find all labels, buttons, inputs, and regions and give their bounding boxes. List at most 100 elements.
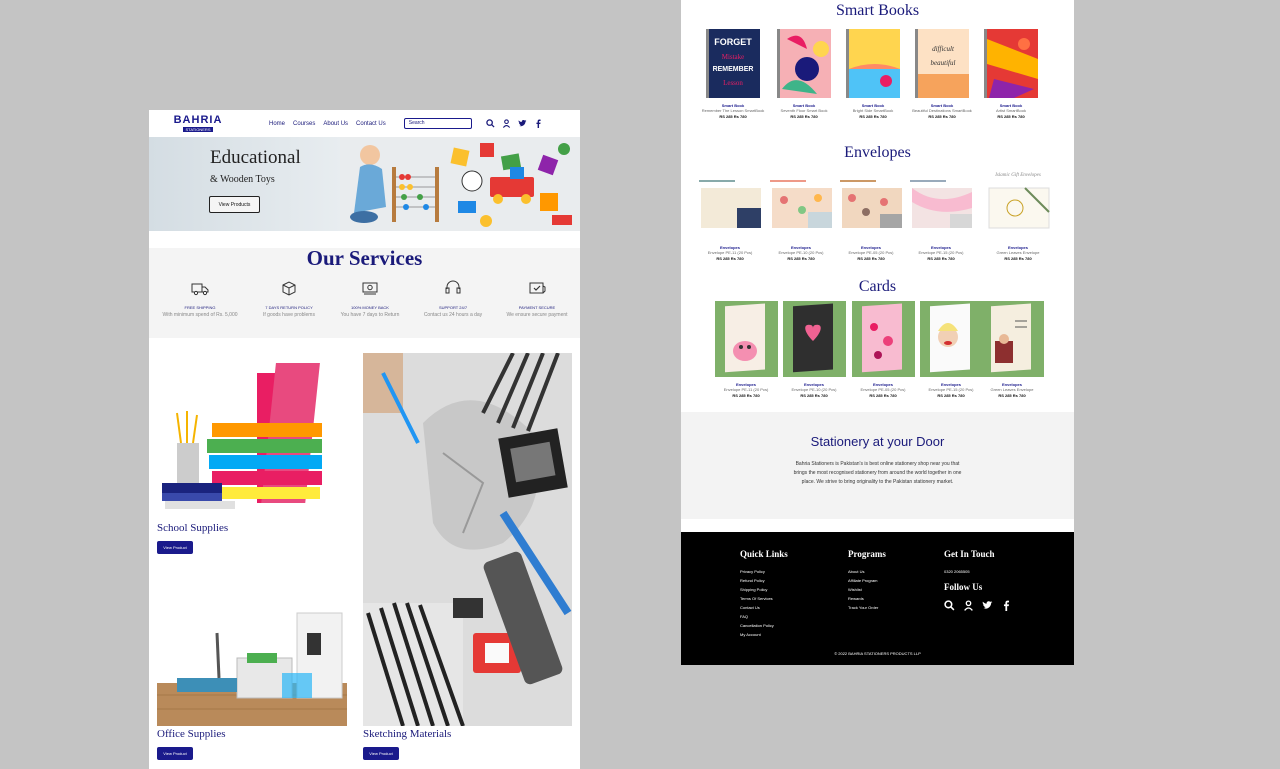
user-icon[interactable] (502, 119, 512, 129)
service-title: 7 DAYS RETURN POLICY (265, 305, 313, 310)
nav-link-home[interactable]: Home (269, 121, 285, 127)
product-price: RS 285 Rs 780 (928, 114, 956, 119)
office-supplies-image[interactable] (157, 603, 347, 726)
service-title: FREE SHIPPING (184, 305, 216, 310)
footer-link-track-order[interactable]: Track Your Order (848, 603, 886, 612)
headset-icon (445, 280, 461, 294)
search-input[interactable]: Search (403, 118, 472, 129)
product-card[interactable]: Envelopes Envelope PE-10 (20 Pcs) RS 285… (766, 168, 836, 261)
twitter-icon[interactable] (982, 600, 993, 611)
service-desc: If goods have problems (263, 312, 315, 318)
nav-link-contact[interactable]: Contact Us (356, 121, 386, 127)
product-card[interactable]: Envelopes Envelope PE-10 (20 Pcs) RS 285… (779, 301, 849, 398)
smart-book-cover (846, 29, 900, 98)
school-supplies-view-button[interactable]: View Product (157, 541, 193, 554)
product-price: RS 285 Rs 780 (732, 393, 760, 398)
footer-link-refund[interactable]: Refund Policy (740, 576, 788, 585)
sketching-materials-label: Sketching Materials (363, 728, 452, 740)
brand-logo[interactable]: BAHRIA STATIONERS (165, 115, 231, 133)
product-price: RS 285 Rs 780 (869, 393, 897, 398)
greeting-card-image (714, 301, 778, 377)
footer-link-about[interactable]: About Us (848, 567, 886, 576)
hero-subtitle: & Wooden Toys (210, 174, 275, 185)
product-card[interactable]: Smart Book Bright Side SmartBook RS 285 … (838, 29, 908, 119)
school-supplies-label: School Supplies (157, 522, 229, 534)
product-card[interactable]: Envelopes Envelope PE-05 (20 Pcs) RS 285… (836, 168, 906, 261)
copyright: © 2022 BAHRIA STATIONERS PRODUCTS LLP (834, 651, 921, 656)
footer-programs-title: Programs (848, 549, 886, 559)
product-price: RS 285 Rs 780 (997, 114, 1025, 119)
sketching-materials-photo (363, 353, 572, 726)
logo-text: BAHRIA (173, 114, 223, 126)
service-money-back: 100% MONEY BACK You have 7 days to Retur… (329, 278, 411, 319)
product-card[interactable]: Envelopes Envelope PE-11 (20 Pcs) RS 285… (695, 168, 765, 261)
product-card[interactable]: Smart Book Seventh Floor Smart Book RS 2… (769, 29, 839, 119)
smart-books-title: Smart Books (835, 2, 920, 19)
search-icon[interactable] (486, 119, 496, 129)
service-support: SUPPORT 24/7 Contact us 24 hours a day (412, 278, 494, 319)
nav-link-about[interactable]: About Us (323, 121, 348, 127)
service-desc: With minimum spend of Rs. 5,000 (162, 312, 238, 318)
envelope-image: Islamic Gift Envelopes (985, 168, 1051, 240)
office-supplies-label: Office Supplies (157, 728, 226, 740)
service-title: PAYMENT SECURE (518, 305, 556, 310)
footer-link-wishlist[interactable]: Wishlist (848, 585, 886, 594)
return-box-icon (282, 281, 296, 296)
footer-link-terms[interactable]: Terms Of Services (740, 594, 788, 603)
product-price: RS 285 Rs 780 (800, 393, 828, 398)
envelope-image (768, 168, 834, 240)
product-card[interactable]: Smart Book Artist SmartBook RS 285 Rs 78… (976, 29, 1046, 119)
service-desc: We ensure secure payment (506, 312, 568, 318)
user-icon[interactable] (963, 600, 974, 611)
service-free-shipping: FREE SHIPPING With minimum spend of Rs. … (159, 278, 241, 319)
service-title: 100% MONEY BACK (351, 305, 389, 310)
footer-link-affiliate[interactable]: Affiliate Program (848, 576, 886, 585)
footer-link-contact[interactable]: Contact Us (740, 603, 788, 612)
twitter-icon[interactable] (518, 119, 528, 129)
footer-link-cancellation[interactable]: Cancellation Policy (740, 621, 788, 630)
product-card[interactable]: Envelopes Envelope PE-11 (20 Pcs) RS 285… (711, 301, 781, 398)
svg-text:difficult: difficult (932, 45, 955, 53)
facebook-icon[interactable] (534, 119, 544, 129)
product-price: RS 285 Rs 780 (790, 114, 818, 119)
envelope-image (908, 168, 974, 240)
door-text: Bahria Stationers is Pakistan's is best … (793, 461, 962, 485)
product-price: RS 285 Rs 780 (937, 393, 965, 398)
footer-follow-title: Follow Us (944, 582, 983, 592)
footer-link-shipping[interactable]: Shipping Policy (740, 585, 788, 594)
office-supplies-photo (157, 603, 347, 726)
envelope-image (838, 168, 904, 240)
cards-title: Cards (858, 278, 897, 295)
facebook-icon[interactable] (1001, 600, 1012, 611)
footer-link-faq[interactable]: FAQ (740, 612, 788, 621)
product-card[interactable]: Envelopes Envelope PE-05 (20 Pcs) RS 285… (848, 301, 918, 398)
greeting-card-image (782, 301, 846, 377)
school-supplies-image[interactable] (157, 353, 347, 520)
smart-book-cover: FORGET Mistake REMEMBER Lesson (706, 29, 760, 98)
product-card[interactable]: Envelopes Green Leaves Envelope RS 285 R… (977, 301, 1047, 398)
product-card[interactable]: Envelopes Envelope PE-15 (20 Pcs) RS 285… (916, 301, 986, 398)
footer: Quick Links Privacy Policy Refund Policy… (681, 532, 1074, 665)
search-icon[interactable] (944, 600, 955, 611)
product-card[interactable]: Islamic Gift Envelopes Envelopes Green L… (983, 168, 1053, 261)
svg-text:Islamic Gift Envelopes: Islamic Gift Envelopes (994, 173, 1041, 178)
nav-icons (486, 119, 544, 129)
svg-text:FORGET: FORGET (714, 37, 752, 47)
svg-text:REMEMBER: REMEMBER (713, 66, 754, 73)
view-products-button[interactable]: View Products (209, 196, 260, 213)
footer-link-account[interactable]: My Account (740, 630, 788, 639)
sketching-materials-view-button[interactable]: View Product (363, 747, 399, 760)
product-price: RS 285 Rs 780 (787, 256, 815, 261)
footer-link-rewards[interactable]: Rewards (848, 594, 886, 603)
product-card[interactable]: FORGET Mistake REMEMBER Lesson Smart Book R… (698, 29, 768, 119)
product-card[interactable]: Envelopes Envelope PE-15 (20 Pcs) RS 285… (906, 168, 976, 261)
product-card[interactable]: difficult beautiful Smart Book Beautiful … (907, 29, 977, 119)
office-supplies-view-button[interactable]: View Product (157, 747, 193, 760)
product-page-mockup: Smart Books FORGET Mistake REMEMBER Lesson … (681, 0, 1074, 665)
logo-subtext: STATIONERS (182, 127, 214, 132)
secure-payment-icon (529, 282, 546, 294)
sketching-materials-image[interactable] (363, 353, 572, 726)
nav-link-courses[interactable]: Courses (293, 121, 315, 127)
footer-link-privacy[interactable]: Privacy Policy (740, 567, 788, 576)
door-title: Stationery at your Door (810, 434, 945, 449)
